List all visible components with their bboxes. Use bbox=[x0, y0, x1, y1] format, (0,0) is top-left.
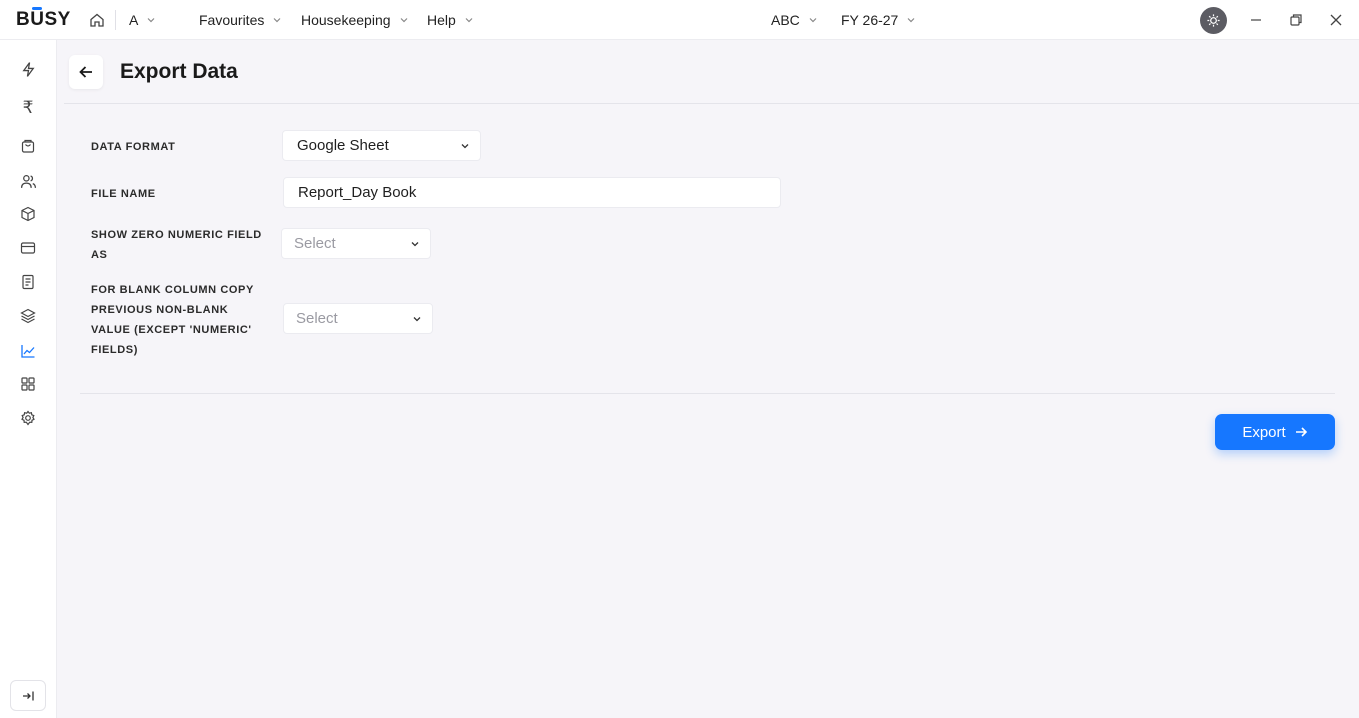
settings-icon[interactable] bbox=[18, 408, 38, 428]
chevron-down-icon bbox=[400, 18, 407, 23]
chevron-down-icon bbox=[461, 143, 469, 148]
back-button[interactable] bbox=[69, 55, 103, 89]
divider bbox=[115, 10, 116, 30]
sidebar: ₹ bbox=[0, 40, 57, 718]
chevron-down-icon bbox=[809, 18, 817, 23]
grid-icon[interactable] bbox=[18, 374, 38, 394]
close-icon bbox=[1330, 14, 1342, 26]
chevron-down-icon bbox=[465, 18, 473, 23]
blank-column-label: FOR BLANK COLUMN COPY PREVIOUS NON-BLANK… bbox=[91, 284, 254, 356]
document-icon[interactable] bbox=[18, 272, 38, 292]
chevron-down-icon bbox=[147, 18, 155, 23]
shopping-bag-icon[interactable] bbox=[18, 136, 38, 156]
blank-column-select[interactable]: Select bbox=[283, 303, 433, 334]
form-divider bbox=[80, 393, 1335, 394]
company-selector[interactable]: ABC bbox=[771, 12, 818, 28]
top-bar: BUSY A Favourites Housekeeping Help ABC … bbox=[0, 0, 1359, 40]
restore-icon bbox=[1290, 14, 1302, 26]
fiscal-year-selector[interactable]: FY 26-27 bbox=[841, 12, 916, 28]
menu-housekeeping[interactable]: Housekeeping bbox=[301, 12, 409, 28]
export-button[interactable]: Export bbox=[1215, 414, 1335, 450]
rupee-icon[interactable]: ₹ bbox=[18, 98, 38, 118]
page-title: Export Data bbox=[120, 60, 238, 83]
app-logo: BUSY bbox=[16, 9, 71, 30]
chevron-down-icon bbox=[411, 241, 419, 246]
menu-help[interactable]: Help bbox=[427, 12, 474, 28]
chart-icon[interactable] bbox=[18, 341, 38, 361]
home-icon[interactable] bbox=[88, 11, 106, 29]
chevron-down-icon bbox=[907, 18, 915, 23]
header-divider bbox=[64, 103, 1359, 104]
company-switcher[interactable]: A bbox=[129, 12, 156, 28]
file-name-input[interactable] bbox=[283, 177, 781, 208]
close-button[interactable] bbox=[1327, 11, 1345, 29]
arrow-left-icon bbox=[79, 66, 92, 78]
theme-toggle-button[interactable] bbox=[1200, 7, 1227, 34]
sun-icon bbox=[1207, 14, 1220, 27]
file-name-label: FILE NAME bbox=[91, 188, 156, 200]
box-icon[interactable] bbox=[18, 204, 38, 224]
layers-icon[interactable] bbox=[18, 306, 38, 326]
flash-icon[interactable] bbox=[18, 59, 38, 79]
show-zero-select[interactable]: Select bbox=[281, 228, 431, 259]
minimize-icon bbox=[1251, 19, 1261, 21]
data-format-select[interactable]: Google Sheet bbox=[282, 130, 481, 161]
chevron-down-icon bbox=[273, 18, 281, 23]
menu-favourites[interactable]: Favourites bbox=[199, 12, 282, 28]
arrow-right-icon bbox=[1295, 427, 1307, 437]
users-icon[interactable] bbox=[18, 171, 38, 191]
chevron-down-icon bbox=[413, 316, 421, 321]
card-icon[interactable] bbox=[18, 238, 38, 258]
expand-sidebar-button[interactable] bbox=[10, 680, 46, 711]
show-zero-label: SHOW ZERO NUMERIC FIELD AS bbox=[91, 229, 262, 261]
restore-button[interactable] bbox=[1287, 11, 1305, 29]
arrow-right-bar-icon bbox=[23, 691, 34, 700]
minimize-button[interactable] bbox=[1247, 11, 1265, 29]
data-format-label: DATA FORMAT bbox=[91, 141, 176, 153]
